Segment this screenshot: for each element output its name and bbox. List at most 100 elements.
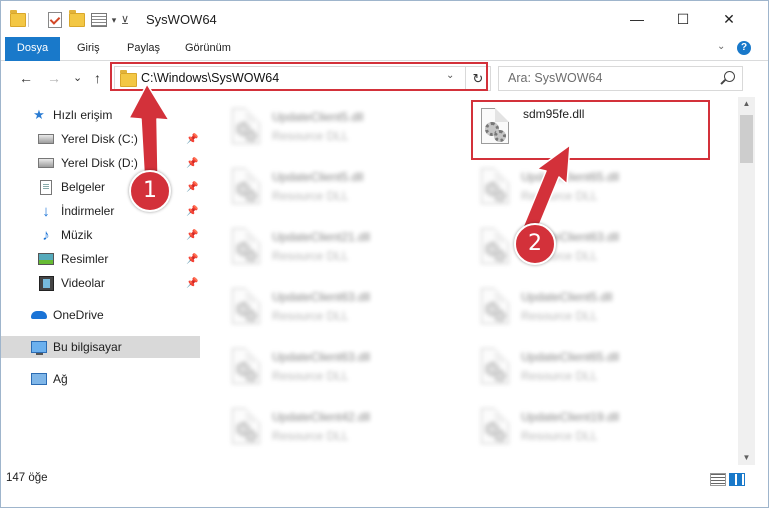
- new-folder-icon[interactable]: [69, 10, 85, 29]
- customize-toolbar-icon[interactable]: ⊻: [120, 11, 130, 29]
- dll-file-icon: [477, 288, 509, 328]
- search-icon[interactable]: [724, 71, 735, 82]
- details-view-icon[interactable]: [710, 473, 726, 486]
- search-box[interactable]: Ara: SysWOW64: [498, 66, 743, 91]
- file-item[interactable]: UpdateClient19.dll Resource DLL: [477, 405, 717, 455]
- tab-share[interactable]: Paylaş: [127, 37, 160, 60]
- file-name: UpdateClient21.dll: [272, 230, 371, 244]
- dll-file-icon: [477, 408, 509, 448]
- expand-ribbon-icon[interactable]: ⌄: [717, 41, 725, 52]
- sidebar-item-this-pc[interactable]: Bu bilgisayar: [1, 336, 200, 358]
- dll-file-icon: [477, 228, 509, 268]
- pin-icon[interactable]: 📌: [186, 158, 198, 169]
- drive-icon: [38, 156, 54, 170]
- file-type: Resource DLL: [272, 189, 349, 203]
- pin-icon[interactable]: 📌: [186, 230, 198, 241]
- sidebar-item-onedrive[interactable]: OneDrive: [1, 304, 200, 326]
- pin-icon[interactable]: 📌: [186, 206, 198, 217]
- scrollbar-thumb[interactable]: [740, 115, 753, 163]
- file-name: UpdateClient5.dll: [521, 290, 613, 304]
- file-type: Resource DLL: [521, 189, 598, 203]
- ribbon: Dosya Giriş Paylaş Görünüm ⌄ ?: [1, 37, 768, 87]
- file-item-sdm95fe[interactable]: sdm95fe.dll: [477, 105, 717, 155]
- dll-file-icon: [228, 348, 260, 388]
- folder-icon: [10, 10, 26, 29]
- navigation-pane: ★ Hızlı erişim Yerel Disk (C:) 📌 Yerel D…: [1, 97, 206, 465]
- dll-file-icon: [228, 228, 260, 268]
- file-name: UpdateClient65.dll: [521, 170, 620, 184]
- file-name: UpdateClient5.dll: [272, 170, 364, 184]
- dll-file-icon: [477, 108, 509, 148]
- refresh-button[interactable]: ↻: [465, 67, 490, 90]
- explorer-window: ▾ ⊻ SysWOW64 — ☐ ✕ Dosya Giriş Paylaş Gö…: [0, 0, 769, 508]
- back-button[interactable]: ←: [19, 69, 33, 87]
- search-input[interactable]: Ara: SysWOW64: [508, 71, 602, 85]
- file-item[interactable]: UpdateClient65.dll Resource DLL: [477, 345, 717, 395]
- properties-check-icon[interactable]: [47, 11, 63, 29]
- file-type: Resource DLL: [272, 429, 349, 443]
- sidebar-item-local-disk-d[interactable]: Yerel Disk (D:) 📌: [1, 152, 200, 174]
- file-item[interactable]: UpdateClient42.dll Resource DLL: [228, 405, 468, 455]
- pin-icon[interactable]: 📌: [186, 254, 198, 265]
- address-path[interactable]: C:\Windows\SysWOW64: [141, 71, 279, 85]
- pin-icon[interactable]: 📌: [186, 182, 198, 193]
- sidebar-item-label: Müzik: [61, 228, 93, 242]
- file-type: Resource DLL: [272, 249, 349, 263]
- sidebar-item-pictures[interactable]: Resimler 📌: [1, 248, 200, 270]
- view-properties-icon[interactable]: [91, 11, 107, 29]
- file-type: Resource DLL: [272, 129, 349, 143]
- sidebar-item-music[interactable]: ♪ Müzik 📌: [1, 224, 200, 246]
- file-item[interactable]: UpdateClient5.dll Resource DLL: [228, 105, 468, 155]
- sidebar-item-label: Hızlı erişim: [53, 108, 113, 122]
- address-bar[interactable]: C:\Windows\SysWOW64 ⌄ ↻: [114, 66, 491, 91]
- minimize-button[interactable]: —: [614, 1, 660, 37]
- file-name: sdm95fe.dll: [523, 107, 585, 121]
- sidebar-item-videos[interactable]: Videolar 📌: [1, 272, 200, 294]
- chevron-down-icon[interactable]: ▾: [109, 11, 119, 29]
- sidebar-item-quick-access[interactable]: ★ Hızlı erişim: [1, 104, 200, 126]
- file-type: Resource DLL: [521, 369, 598, 383]
- sidebar-item-label: Belgeler: [61, 180, 106, 194]
- dll-file-icon: [228, 168, 260, 208]
- downloads-icon: ↓: [42, 202, 50, 220]
- file-type: Resource DLL: [272, 369, 349, 383]
- file-list: UpdateClient5.dll Resource DLL UpdateCli…: [206, 97, 738, 465]
- title-bar: ▾ ⊻ SysWOW64 — ☐ ✕: [1, 1, 768, 37]
- tab-view[interactable]: Görünüm: [185, 37, 231, 60]
- scroll-up-icon[interactable]: ▲: [738, 97, 755, 111]
- maximize-button[interactable]: ☐: [660, 1, 706, 37]
- file-item[interactable]: UpdateClient63.dll Resource DLL: [228, 285, 468, 335]
- sidebar-item-local-disk-c[interactable]: Yerel Disk (C:) 📌: [1, 128, 200, 150]
- star-icon: ★: [33, 107, 45, 122]
- sidebar-item-network[interactable]: Ağ: [1, 368, 200, 390]
- file-item[interactable]: UpdateClient5.dll Resource DLL: [228, 165, 468, 215]
- close-button[interactable]: ✕: [706, 1, 752, 37]
- step-badge-1: 1: [129, 170, 171, 212]
- large-icons-view-icon[interactable]: [729, 473, 745, 486]
- file-type: Resource DLL: [521, 309, 598, 323]
- scroll-down-icon[interactable]: ▼: [738, 451, 755, 465]
- sidebar-item-downloads[interactable]: ↓ İndirmeler 📌: [1, 200, 200, 222]
- file-item[interactable]: UpdateClient63.dll Resource DLL: [477, 225, 717, 275]
- chevron-down-icon[interactable]: ⌄: [446, 70, 454, 81]
- file-item[interactable]: UpdateClient63.dll Resource DLL: [228, 345, 468, 395]
- network-icon: [31, 372, 47, 386]
- file-item[interactable]: UpdateClient21.dll Resource DLL: [228, 225, 468, 275]
- recent-locations-button[interactable]: ⌄: [73, 69, 82, 87]
- vertical-scrollbar[interactable]: ▲ ▼: [738, 97, 755, 465]
- forward-button[interactable]: →: [47, 69, 61, 87]
- help-icon[interactable]: ?: [737, 41, 751, 55]
- pin-icon[interactable]: 📌: [186, 134, 198, 145]
- dll-file-icon: [228, 408, 260, 448]
- file-item[interactable]: UpdateClient65.dll Resource DLL: [477, 165, 717, 215]
- cloud-icon: [31, 308, 47, 322]
- pin-icon[interactable]: 📌: [186, 278, 198, 289]
- file-name: UpdateClient42.dll: [272, 410, 371, 424]
- videos-icon: [38, 275, 54, 291]
- up-button[interactable]: ↑: [94, 69, 101, 87]
- window-title: SysWOW64: [146, 12, 217, 27]
- file-item[interactable]: UpdateClient5.dll Resource DLL: [477, 285, 717, 335]
- tab-home[interactable]: Giriş: [77, 37, 100, 60]
- sidebar-item-label: OneDrive: [53, 308, 104, 322]
- file-type: Resource DLL: [521, 429, 598, 443]
